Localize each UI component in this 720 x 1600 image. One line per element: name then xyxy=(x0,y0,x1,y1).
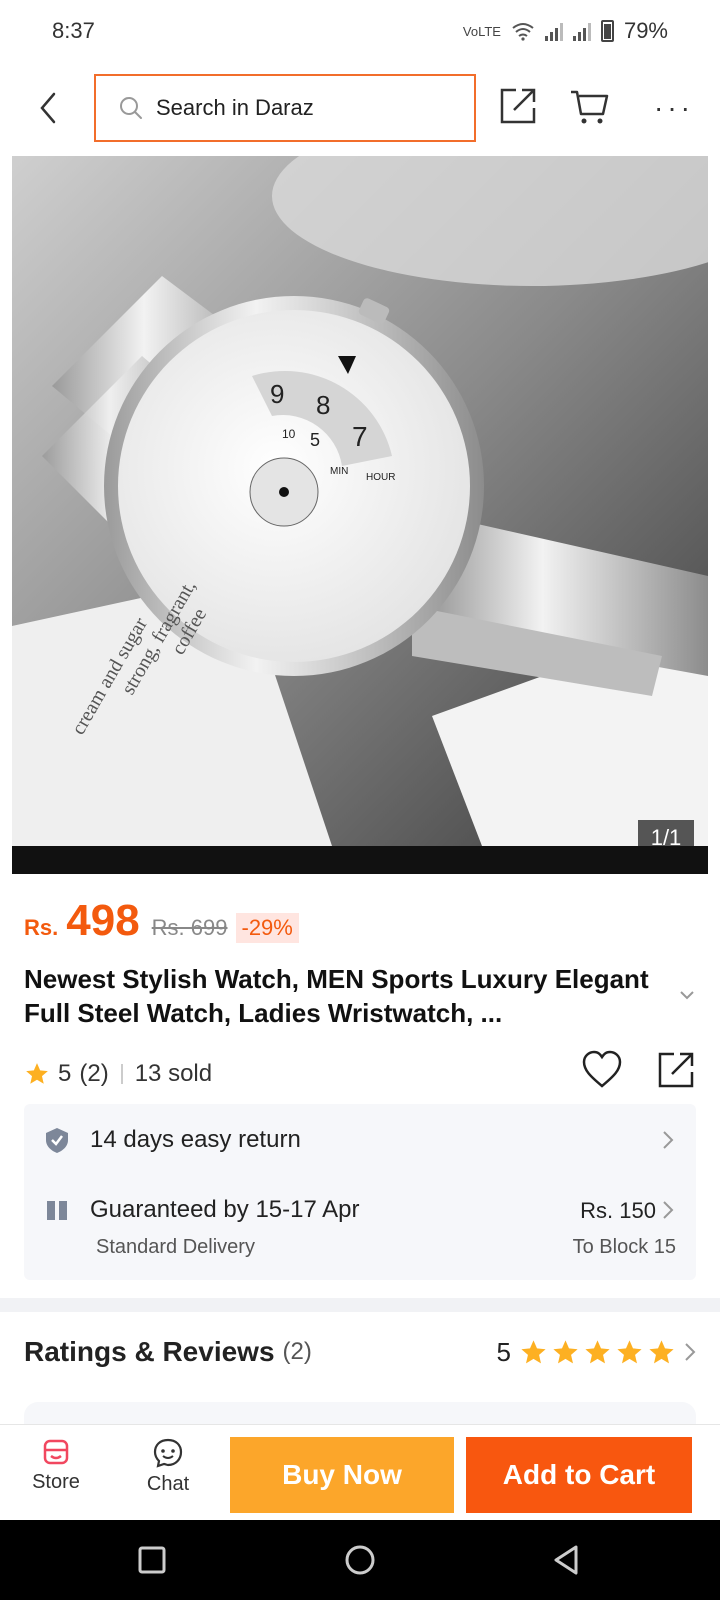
status-icons: VoLTE 79% xyxy=(463,18,668,44)
section-divider xyxy=(0,1298,720,1312)
price-value: 498 xyxy=(66,896,140,945)
battery-level: 79% xyxy=(623,18,668,43)
share-icon[interactable] xyxy=(496,84,540,128)
discount-badge: -29% xyxy=(235,913,299,943)
image-counter: 1/1 xyxy=(638,820,694,846)
ratings-header[interactable]: Ratings & Reviews (2) 5 xyxy=(24,1336,696,1368)
store-icon xyxy=(43,1439,69,1465)
delivery-row[interactable]: Guaranteed by 15-17 Apr xyxy=(44,1192,360,1228)
chevron-right-icon[interactable] xyxy=(684,1342,696,1362)
chat-label: Chat xyxy=(146,1473,190,1495)
volte-icon: VoLTE xyxy=(462,23,501,39)
star-icon xyxy=(585,1339,610,1363)
back-icon[interactable] xyxy=(32,88,64,128)
svg-text:5: 5 xyxy=(310,430,320,450)
meta-divider xyxy=(120,1064,123,1084)
delivery-location: To Block 15 xyxy=(572,1236,676,1258)
cart-icon[interactable] xyxy=(568,84,612,128)
service-info-box: 14 days easy return Guaranteed by 15-17 … xyxy=(24,1104,696,1280)
star-icon xyxy=(521,1339,546,1363)
status-bar: 8:37 VoLTE 79% xyxy=(0,0,720,62)
delivery-type: Standard Delivery xyxy=(96,1236,255,1258)
delivery-guarantee: Guaranteed by 15-17 Apr xyxy=(90,1196,360,1223)
status-time: 8:37 xyxy=(52,18,95,43)
chat-icon xyxy=(153,1438,183,1468)
image-bottom-band xyxy=(12,846,708,874)
ratings-score: 5 xyxy=(496,1336,511,1367)
star-rating xyxy=(519,1338,676,1367)
store-label: Store xyxy=(32,1471,80,1493)
ratings-count: (2) xyxy=(282,1338,312,1365)
system-nav-bar xyxy=(0,1520,720,1600)
add-to-cart-button[interactable]: Add to Cart xyxy=(466,1437,692,1513)
recents-icon[interactable] xyxy=(134,1542,170,1578)
svg-text:MIN: MIN xyxy=(330,466,348,477)
heart-icon[interactable] xyxy=(580,1048,624,1092)
svg-text:9: 9 xyxy=(270,379,284,409)
buy-now-button[interactable]: Buy Now xyxy=(230,1437,454,1513)
star-icon xyxy=(649,1339,674,1363)
delivery-fee: Rs. 150 xyxy=(580,1198,656,1223)
svg-text:8: 8 xyxy=(316,390,330,420)
watch-photo: 9 8 7 5 10 MIN HOUR coffee strong, fragr… xyxy=(12,156,708,846)
more-icon[interactable]: ··· xyxy=(654,92,694,124)
sold-count: 13 sold xyxy=(134,1060,213,1087)
search-placeholder: Search in Daraz xyxy=(156,95,314,120)
chevron-right-icon[interactable] xyxy=(662,1200,674,1220)
signal-icon-2 xyxy=(572,21,591,41)
return-policy-row[interactable]: 14 days easy return xyxy=(44,1122,301,1158)
product-title: Newest Stylish Watch, MEN Sports Luxury … xyxy=(24,964,649,1028)
star-icon xyxy=(553,1339,578,1363)
return-policy-label: 14 days easy return xyxy=(90,1126,301,1153)
share-icon[interactable] xyxy=(654,1048,698,1092)
chat-button[interactable]: Chat xyxy=(128,1437,208,1496)
svg-text:7: 7 xyxy=(352,421,368,452)
bottom-action-bar: Store Chat Buy Now Add to Cart xyxy=(0,1424,720,1520)
ratings-title: Ratings & Reviews xyxy=(24,1336,275,1367)
ratings-summary: 5 xyxy=(497,1337,696,1368)
back-nav-icon[interactable] xyxy=(548,1542,584,1578)
chevron-right-icon[interactable] xyxy=(662,1130,674,1150)
wifi-icon xyxy=(512,23,534,41)
search-input[interactable]: Search in Daraz xyxy=(94,74,476,142)
rating-value[interactable]: 5 xyxy=(58,1060,71,1088)
price-currency: Rs. xyxy=(24,915,59,940)
signal-icon-1 xyxy=(544,21,563,41)
product-image[interactable]: 9 8 7 5 10 MIN HOUR coffee strong, fragr… xyxy=(12,156,708,846)
search-icon xyxy=(120,97,142,119)
top-bar: Search in Daraz ··· xyxy=(0,66,720,152)
rating-row: 5 (2) 13 sold xyxy=(24,1050,696,1094)
original-price: Rs. 699 xyxy=(151,915,228,940)
star-icon xyxy=(26,1063,48,1084)
svg-text:10: 10 xyxy=(282,427,296,441)
shield-icon xyxy=(46,1128,68,1153)
star-icon xyxy=(617,1339,642,1363)
store-button[interactable]: Store xyxy=(16,1437,96,1494)
chevron-down-icon[interactable] xyxy=(678,986,696,1004)
svg-text:HOUR: HOUR xyxy=(366,472,395,483)
delivery-box-icon xyxy=(47,1201,67,1220)
home-icon[interactable] xyxy=(342,1542,378,1578)
rating-count[interactable]: (2) xyxy=(79,1060,108,1088)
battery-icon xyxy=(600,20,614,42)
price-row: Rs. 498 Rs. 699 -29% xyxy=(24,896,299,946)
